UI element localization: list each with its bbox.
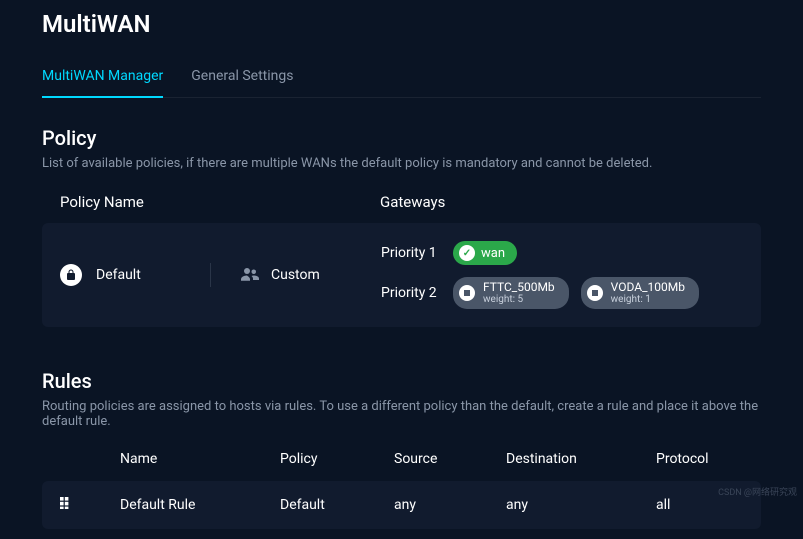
policy-section-title: Policy	[42, 126, 761, 150]
rules-header-destination: Destination	[506, 451, 656, 467]
rules-table-header: Name Policy Source Destination Protocol	[42, 451, 761, 467]
priority-1-row: Priority 1 ✓ wan	[381, 241, 699, 265]
rule-row[interactable]: Default Rule Default any any all	[42, 481, 761, 529]
priority-2-label: Priority 2	[381, 285, 441, 301]
check-icon: ✓	[459, 245, 475, 261]
gateway-weight: weight: 5	[483, 294, 555, 305]
rules-section-title: Rules	[42, 369, 761, 393]
stop-icon	[459, 285, 475, 301]
policy-name-cell: Default	[60, 264, 210, 286]
rules-header-policy: Policy	[280, 451, 394, 467]
gateways-cell: Priority 1 ✓ wan Priority 2 FTTC_500Mb w…	[381, 241, 699, 309]
policy-section: Policy List of available policies, if th…	[42, 126, 761, 327]
rules-section-description: Routing policies are assigned to hosts v…	[42, 399, 761, 429]
priority-2-row: Priority 2 FTTC_500Mb weight: 5 VODA_100…	[381, 277, 699, 309]
gateway-name: FTTC_500Mb	[483, 281, 555, 294]
policy-header-name: Policy Name	[60, 193, 380, 211]
tab-general-settings[interactable]: General Settings	[191, 56, 293, 97]
policy-custom-label: Custom	[271, 267, 320, 283]
policy-custom-cell: Custom	[241, 266, 381, 285]
wan-badge-label: wan	[481, 246, 505, 261]
rules-section: Rules Routing policies are assigned to h…	[42, 369, 761, 529]
divider	[210, 263, 211, 287]
rules-header-name: Name	[120, 451, 280, 467]
lock-icon	[60, 264, 82, 286]
gateway-badge-voda: VODA_100Mb weight: 1	[581, 277, 699, 309]
priority-1-label: Priority 1	[381, 245, 441, 261]
stop-icon	[587, 285, 603, 301]
tab-multiwan-manager[interactable]: MultiWAN Manager	[42, 56, 163, 98]
tabs: MultiWAN Manager General Settings	[42, 56, 761, 98]
page-title: MultiWAN	[42, 10, 761, 38]
rules-header-source: Source	[394, 451, 506, 467]
policy-name-text: Default	[96, 267, 141, 283]
wan-badge: ✓ wan	[453, 241, 517, 265]
policy-table-header: Policy Name Gateways	[42, 193, 761, 211]
gateway-name: VODA_100Mb	[611, 281, 685, 294]
rules-header-protocol: Protocol	[656, 451, 736, 467]
gateway-badge-fttc: FTTC_500Mb weight: 5	[453, 277, 569, 309]
people-icon	[241, 266, 259, 285]
policy-section-description: List of available policies, if there are…	[42, 156, 761, 171]
watermark: CSDN @网络研究观	[718, 485, 797, 498]
policy-row[interactable]: Default Custom Priority 1 ✓ wan	[42, 223, 761, 327]
policy-header-gateways: Gateways	[380, 193, 445, 211]
gateway-weight: weight: 1	[611, 294, 685, 305]
